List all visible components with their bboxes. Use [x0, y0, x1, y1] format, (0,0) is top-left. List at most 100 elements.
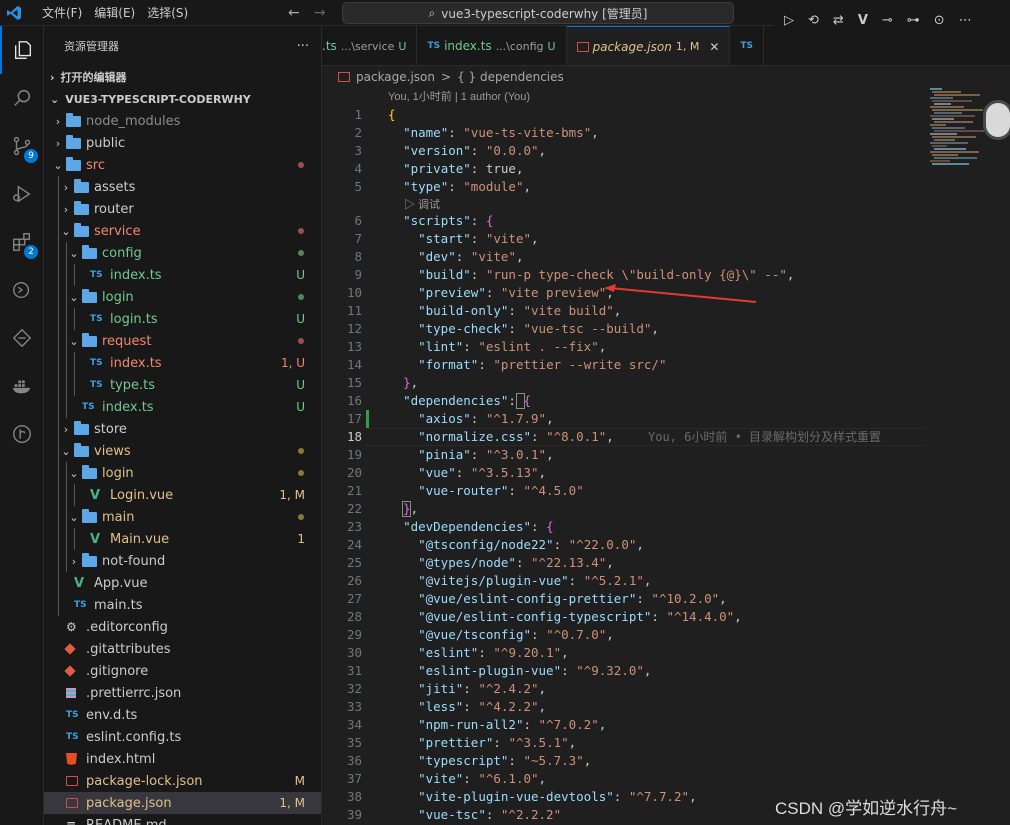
code-line[interactable]: 35 "prettier": "^3.5.1", — [322, 734, 922, 752]
gitlens-icon[interactable] — [0, 314, 44, 362]
code-line[interactable]: 34 "npm-run-all2": "^7.0.2", — [322, 716, 922, 734]
code-line[interactable]: 33 "less": "^4.2.2", — [322, 698, 922, 716]
code-line[interactable]: 23 "devDependencies": { — [322, 518, 922, 536]
code-line[interactable]: 16 "dependencies": { — [322, 392, 922, 410]
code-line[interactable]: 20 "vue": "^3.5.13", — [322, 464, 922, 482]
code-line[interactable]: 25 "@types/node": "^22.13.4", — [322, 554, 922, 572]
code-line[interactable]: 7 "start": "vite", — [322, 230, 922, 248]
editor-tab[interactable]: .ts ...\service U — [322, 26, 418, 65]
file-item[interactable]: V Main.vue 1 — [44, 528, 321, 550]
open-editors-section[interactable]: › 打开的编辑器 — [44, 66, 321, 88]
folder-item[interactable]: ⌄ request — [44, 330, 321, 352]
extensions-icon[interactable]: 2 — [0, 218, 44, 266]
code-line[interactable]: 3 "version": "0.0.0", — [322, 142, 922, 160]
more-actions-icon[interactable]: ··· — [297, 39, 309, 54]
file-item[interactable]: TS index.ts U — [44, 264, 321, 286]
previous-change-icon[interactable]: ⊸ — [882, 13, 893, 28]
file-item[interactable]: .prettierrc.json — [44, 682, 321, 704]
code-line[interactable]: 26 "@vitejs/plugin-vue": "^5.2.1", — [322, 572, 922, 590]
editor-tab[interactable]: TS index.ts ...\config U — [417, 26, 567, 65]
code-line[interactable]: 18 "normalize.css": "^8.0.1", You, 6小时前 •… — [322, 428, 922, 446]
file-item[interactable]: package.json 1, M — [44, 792, 321, 814]
search-icon[interactable] — [0, 74, 44, 122]
breadcrumb-file[interactable]: package.json — [356, 70, 435, 84]
file-item[interactable]: .gitignore — [44, 660, 321, 682]
folder-item[interactable]: ⌄ config — [44, 242, 321, 264]
open-changes-icon[interactable]: ⊙ — [934, 13, 945, 28]
run-debug-icon[interactable] — [0, 170, 44, 218]
file-item[interactable]: TS login.ts U — [44, 308, 321, 330]
folder-item[interactable]: ⌄ login — [44, 286, 321, 308]
vim-icon[interactable]: V — [858, 13, 868, 28]
menu-item[interactable]: 选择(S) — [141, 0, 194, 26]
code-line[interactable]: 30 "eslint": "^9.20.1", — [322, 644, 922, 662]
explorer-icon[interactable] — [0, 26, 44, 74]
forward-arrow-icon[interactable]: → — [314, 5, 326, 21]
file-item[interactable]: ≡ README.md — [44, 814, 321, 825]
file-item[interactable]: .gitattributes — [44, 638, 321, 660]
compare-icon[interactable]: ⇄ — [833, 13, 844, 28]
code-line[interactable]: 22 }, — [322, 500, 922, 518]
code-line[interactable]: 36 "typescript": "~5.7.3", — [322, 752, 922, 770]
remote-explorer-icon[interactable] — [0, 266, 44, 314]
code-line[interactable]: 17 "axios": "^1.7.9", — [322, 410, 922, 428]
code-line[interactable]: 28 "@vue/eslint-config-typescript": "^14… — [322, 608, 922, 626]
code-line[interactable]: 27 "@vue/eslint-config-prettier": "^10.2… — [322, 590, 922, 608]
file-item[interactable]: TS index.ts 1, U — [44, 352, 321, 374]
close-tab-icon[interactable]: ✕ — [709, 40, 719, 54]
file-item[interactable]: V Login.vue 1, M — [44, 484, 321, 506]
file-item[interactable]: V App.vue — [44, 572, 321, 594]
folder-item[interactable]: ⌄ login — [44, 462, 321, 484]
code-line[interactable]: 2 "name": "vue-ts-vite-bms", — [322, 124, 922, 142]
editor-tab[interactable]: TS — [730, 26, 764, 65]
folder-item[interactable]: › assets — [44, 176, 321, 198]
code-line[interactable]: 19 "pinia": "^3.0.1", — [322, 446, 922, 464]
folder-item[interactable]: › public — [44, 132, 321, 154]
file-item[interactable]: TS index.ts U — [44, 396, 321, 418]
code-line[interactable]: 12 "type-check": "vue-tsc --build", — [322, 320, 922, 338]
debug-codelens[interactable]: ▷ 调试 — [404, 196, 440, 212]
file-item[interactable]: ⚙ .editorconfig — [44, 616, 321, 638]
folder-item[interactable]: ⌄ views — [44, 440, 321, 462]
commit-icon[interactable]: ⊶ — [907, 13, 920, 28]
code-line[interactable]: 1{ — [322, 106, 922, 124]
git-graph-icon[interactable] — [0, 410, 44, 458]
file-item[interactable]: index.html — [44, 748, 321, 770]
split-editor-icon[interactable]: ⋯ — [959, 13, 972, 28]
breadcrumb-symbol[interactable]: { } dependencies — [457, 70, 564, 84]
folder-item[interactable]: ⌄ main — [44, 506, 321, 528]
code-line[interactable]: 37 "vite": "^6.1.0", — [322, 770, 922, 788]
code-line[interactable]: 29 "@vue/tsconfig": "^0.7.0", — [322, 626, 922, 644]
code-line[interactable]: 5 "type": "module", — [322, 178, 922, 196]
folder-item[interactable]: › store — [44, 418, 321, 440]
folder-item[interactable]: ⌄ src — [44, 154, 321, 176]
code-line[interactable]: 32 "jiti": "^2.4.2", — [322, 680, 922, 698]
code-line[interactable]: 31 "eslint-plugin-vue": "^9.32.0", — [322, 662, 922, 680]
project-section[interactable]: ⌄ VUE3-TYPESCRIPT-CODERWHY — [44, 88, 321, 110]
file-item[interactable]: TS main.ts — [44, 594, 321, 616]
docker-icon[interactable] — [0, 362, 44, 410]
code-line[interactable]: 14 "format": "prettier --write src/" — [322, 356, 922, 374]
blame-codelens[interactable]: You, 1小时前 | 1 author (You) — [388, 88, 530, 104]
file-item[interactable]: TS env.d.ts — [44, 704, 321, 726]
command-center[interactable]: ⌕ vue3-typescript-coderwhy [管理员] — [342, 2, 734, 24]
code-line[interactable]: 4 "private": true, — [322, 160, 922, 178]
editor-tab[interactable]: package.json 1, M ✕ — [566, 26, 731, 65]
folder-item[interactable]: › not-found — [44, 550, 321, 572]
file-item[interactable]: package-lock.json M — [44, 770, 321, 792]
file-item[interactable]: TS type.ts U — [44, 374, 321, 396]
code-line[interactable]: 21 "vue-router": "^4.5.0" — [322, 482, 922, 500]
menu-item[interactable]: 编辑(E) — [88, 0, 141, 26]
timeline-icon[interactable]: ⟲ — [808, 13, 819, 28]
code-editor[interactable]: You, 1小时前 | 1 author (You) 1{2 "name": "… — [322, 88, 1010, 825]
code-line[interactable]: 24 "@tsconfig/node22": "^22.0.0", — [322, 536, 922, 554]
code-line[interactable]: 6 "scripts": { — [322, 212, 922, 230]
folder-item[interactable]: ⌄ service — [44, 220, 321, 242]
code-line[interactable]: 13 "lint": "eslint . --fix", — [322, 338, 922, 356]
source-control-icon[interactable]: 9 — [0, 122, 44, 170]
folder-item[interactable]: › router — [44, 198, 321, 220]
back-arrow-icon[interactable]: ← — [288, 5, 300, 21]
code-line[interactable]: 15 }, — [322, 374, 922, 392]
menu-item[interactable]: 文件(F) — [36, 0, 88, 26]
file-item[interactable]: TS eslint.config.ts — [44, 726, 321, 748]
